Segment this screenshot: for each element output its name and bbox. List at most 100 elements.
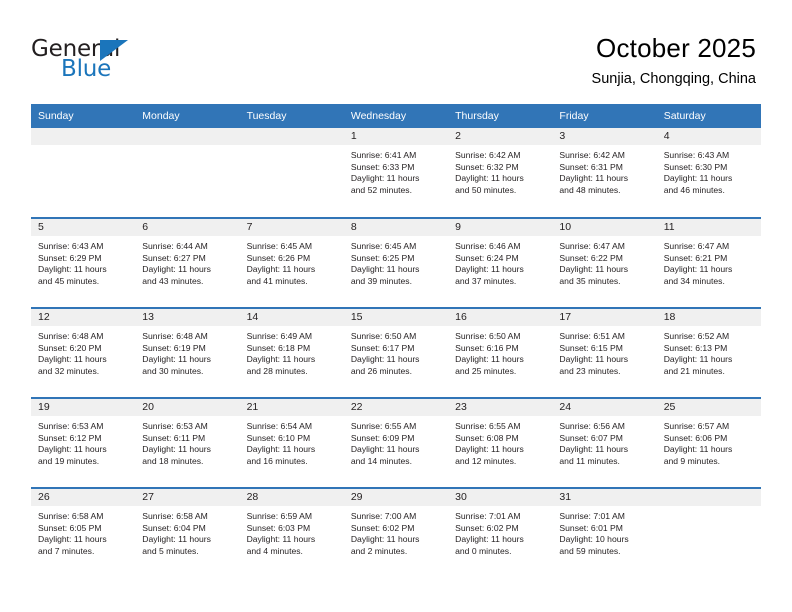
calendar-day-cell[interactable]: 13 Sunrise: 6:48 AM Sunset: 6:19 PM Dayligh… bbox=[135, 307, 240, 398]
calendar-day-cell[interactable]: 9 Sunrise: 6:46 AM Sunset: 6:24 PM Daylight… bbox=[448, 217, 553, 308]
calendar-day-cell[interactable]: 12 Sunrise: 6:48 AM Sunset: 6:20 PM Dayligh… bbox=[31, 307, 136, 398]
day-detail-block: Sunrise: 6:41 AM Sunset: 6:33 PM Daylight:… bbox=[344, 145, 448, 196]
calendar-day-cell[interactable]: 17 Sunrise: 6:51 AM Sunset: 6:15 PM Dayligh… bbox=[552, 307, 657, 398]
day-detail-block: Sunrise: 6:53 AM Sunset: 6:11 PM Daylight:… bbox=[135, 416, 239, 467]
calendar-day-cell[interactable]: 7 Sunrise: 6:45 AM Sunset: 6:26 PM Daylight… bbox=[239, 217, 344, 308]
day-number: 13 bbox=[142, 311, 154, 323]
weekday-header-sunday: Sunday bbox=[31, 104, 136, 128]
day-number-band bbox=[656, 489, 761, 506]
day-detail-line: Sunrise: 6:58 AM bbox=[142, 511, 208, 521]
day-detail-block: Sunrise: 6:52 AM Sunset: 6:13 PM Daylight:… bbox=[657, 326, 761, 377]
day-detail-line: and 16 minutes. bbox=[246, 455, 308, 466]
calendar-day-cell[interactable]: 19 Sunrise: 6:53 AM Sunset: 6:12 PM Dayligh… bbox=[31, 397, 136, 488]
day-number-band: 20 bbox=[135, 399, 240, 416]
calendar-week-row: 19 Sunrise: 6:53 AM Sunset: 6:12 PM Dayligh… bbox=[31, 397, 761, 488]
day-detail-line: Daylight: 11 hours bbox=[142, 534, 211, 545]
day-detail-line: Daylight: 11 hours bbox=[455, 444, 524, 455]
day-detail-line: and 25 minutes. bbox=[455, 365, 517, 376]
weekday-header-row: Sunday Monday Tuesday Wednesday Thursday Frid… bbox=[31, 104, 761, 128]
day-detail-line: and 52 minutes. bbox=[350, 184, 412, 195]
day-detail-line: and 48 minutes. bbox=[559, 184, 621, 195]
day-detail-line: Sunset: 6:25 PM bbox=[350, 252, 415, 263]
day-detail-line: Sunset: 6:32 PM bbox=[455, 161, 519, 172]
weekday-header-wednesday: Wednesday bbox=[343, 104, 449, 128]
day-detail-line: Sunset: 6:10 PM bbox=[246, 432, 311, 443]
day-number-band: 7 bbox=[239, 219, 344, 236]
day-detail-line: Sunset: 6:06 PM bbox=[663, 432, 728, 443]
calendar-day-cell[interactable]: 3 Sunrise: 6:42 AM Sunset: 6:31 PM Daylight… bbox=[552, 128, 657, 218]
calendar-day-cell[interactable]: 30 Sunrise: 7:01 AM Sunset: 6:02 PM Dayligh… bbox=[448, 487, 553, 578]
calendar-day-cell[interactable]: 20 Sunrise: 6:53 AM Sunset: 6:11 PM Dayligh… bbox=[135, 397, 240, 488]
day-detail-block: Sunrise: 7:01 AM Sunset: 6:01 PM Daylight:… bbox=[552, 506, 656, 557]
day-detail-line: Daylight: 11 hours bbox=[246, 444, 316, 455]
calendar-day-cell[interactable]: 14 Sunrise: 6:49 AM Sunset: 6:18 PM Dayligh… bbox=[239, 307, 344, 398]
day-detail-line: Sunset: 6:31 PM bbox=[559, 161, 623, 172]
day-number-band: 18 bbox=[656, 309, 761, 326]
calendar-day-cell[interactable]: 11 Sunrise: 6:47 AM Sunset: 6:21 PM Dayligh… bbox=[656, 217, 761, 308]
day-number: 7 bbox=[246, 221, 253, 233]
day-detail-line: Sunrise: 6:56 AM bbox=[559, 421, 625, 431]
day-number-band: 4 bbox=[656, 128, 761, 145]
calendar-day-cell[interactable]: 15 Sunrise: 6:50 AM Sunset: 6:17 PM Dayligh… bbox=[343, 307, 449, 398]
day-detail-line: Sunset: 6:16 PM bbox=[455, 342, 519, 353]
day-number: 29 bbox=[350, 491, 363, 503]
day-number-band: 23 bbox=[448, 399, 553, 416]
day-detail-line: and 4 minutes. bbox=[246, 545, 303, 556]
calendar-day-cell[interactable]: 25 Sunrise: 6:57 AM Sunset: 6:06 PM Dayligh… bbox=[656, 397, 761, 488]
day-detail-line: Sunset: 6:02 PM bbox=[350, 522, 415, 533]
day-detail-line: Sunset: 6:11 PM bbox=[142, 432, 206, 443]
day-number-band: 19 bbox=[31, 399, 136, 416]
calendar-day-cell[interactable]: 1 Sunrise: 6:41 AM Sunset: 6:33 PM Daylight… bbox=[343, 128, 449, 218]
calendar-day-cell[interactable]: 31 Sunrise: 7:01 AM Sunset: 6:01 PM Dayligh… bbox=[552, 487, 657, 578]
day-detail-line: Daylight: 11 hours bbox=[350, 173, 420, 184]
day-number-band: 22 bbox=[343, 399, 449, 416]
calendar-day-cell[interactable]: 26 Sunrise: 6:58 AM Sunset: 6:05 PM Dayligh… bbox=[31, 487, 136, 578]
page-subtitle: Sunjia, Chongqing, China bbox=[591, 71, 756, 87]
calendar-day-cell[interactable]: 2 Sunrise: 6:42 AM Sunset: 6:32 PM Daylight… bbox=[448, 128, 553, 218]
day-detail-block: Sunrise: 6:47 AM Sunset: 6:22 PM Daylight:… bbox=[552, 236, 656, 287]
calendar-day-cell[interactable]: 28 Sunrise: 6:59 AM Sunset: 6:03 PM Dayligh… bbox=[239, 487, 344, 578]
day-detail-block bbox=[240, 145, 344, 150]
day-detail-line: Sunrise: 6:45 AM bbox=[350, 241, 417, 251]
day-number-band: 14 bbox=[239, 309, 344, 326]
day-number-band: 6 bbox=[135, 219, 240, 236]
day-number-band: 11 bbox=[656, 219, 761, 236]
day-detail-block: Sunrise: 6:56 AM Sunset: 6:07 PM Daylight:… bbox=[552, 416, 656, 467]
day-detail-line: and 59 minutes. bbox=[559, 545, 621, 556]
day-detail-line: Sunset: 6:29 PM bbox=[38, 252, 102, 263]
day-detail-line: Sunrise: 6:50 AM bbox=[350, 331, 417, 341]
day-detail-line: Daylight: 11 hours bbox=[142, 354, 211, 365]
day-detail-line: Sunset: 6:20 PM bbox=[38, 342, 102, 353]
day-detail-block bbox=[135, 145, 239, 150]
day-detail-block: Sunrise: 6:43 AM Sunset: 6:30 PM Daylight:… bbox=[657, 145, 761, 196]
day-number: 2 bbox=[455, 130, 461, 142]
calendar-day-cell[interactable]: 5 Sunrise: 6:43 AM Sunset: 6:29 PM Daylight… bbox=[31, 217, 136, 308]
day-detail-line: Sunset: 6:03 PM bbox=[246, 522, 311, 533]
day-detail-line: Sunrise: 6:47 AM bbox=[663, 241, 730, 251]
calendar-day-cell[interactable]: 18 Sunrise: 6:52 AM Sunset: 6:13 PM Dayligh… bbox=[656, 307, 761, 398]
day-detail-block bbox=[657, 506, 761, 511]
calendar-day-cell[interactable]: 16 Sunrise: 6:50 AM Sunset: 6:16 PM Dayligh… bbox=[448, 307, 553, 398]
day-number: 9 bbox=[455, 221, 461, 233]
day-number: 22 bbox=[350, 401, 363, 413]
day-detail-line: Sunset: 6:22 PM bbox=[559, 252, 623, 263]
day-number: 19 bbox=[38, 401, 50, 413]
day-detail-line: Daylight: 11 hours bbox=[38, 354, 107, 365]
calendar-day-cell[interactable]: 6 Sunrise: 6:44 AM Sunset: 6:27 PM Daylight… bbox=[135, 217, 240, 308]
calendar-day-cell[interactable]: 27 Sunrise: 6:58 AM Sunset: 6:04 PM Dayligh… bbox=[135, 487, 240, 578]
calendar-day-cell[interactable]: 21 Sunrise: 6:54 AM Sunset: 6:10 PM Dayligh… bbox=[239, 397, 344, 488]
calendar-day-cell[interactable]: 29 Sunrise: 7:00 AM Sunset: 6:02 PM Dayligh… bbox=[343, 487, 449, 578]
day-number-band bbox=[135, 128, 240, 145]
day-detail-line: Sunrise: 6:50 AM bbox=[455, 331, 521, 341]
day-detail-line: Sunset: 6:26 PM bbox=[246, 252, 311, 263]
calendar-day-cell[interactable]: 4 Sunrise: 6:43 AM Sunset: 6:30 PM Daylight… bbox=[656, 128, 761, 218]
calendar-day-cell[interactable]: 8 Sunrise: 6:45 AM Sunset: 6:25 PM Daylight… bbox=[343, 217, 449, 308]
day-number: 16 bbox=[455, 311, 467, 323]
calendar-day-cell[interactable]: 10 Sunrise: 6:47 AM Sunset: 6:22 PM Dayligh… bbox=[552, 217, 657, 308]
day-detail-line: Sunset: 6:21 PM bbox=[663, 252, 728, 263]
day-detail-line: and 46 minutes. bbox=[663, 184, 725, 195]
calendar-day-cell[interactable]: 24 Sunrise: 6:56 AM Sunset: 6:07 PM Dayligh… bbox=[552, 397, 657, 488]
calendar-day-cell[interactable]: 23 Sunrise: 6:55 AM Sunset: 6:08 PM Dayligh… bbox=[448, 397, 553, 488]
calendar-day-cell[interactable]: 22 Sunrise: 6:55 AM Sunset: 6:09 PM Dayligh… bbox=[343, 397, 449, 488]
day-detail-block: Sunrise: 6:51 AM Sunset: 6:15 PM Daylight:… bbox=[552, 326, 656, 377]
